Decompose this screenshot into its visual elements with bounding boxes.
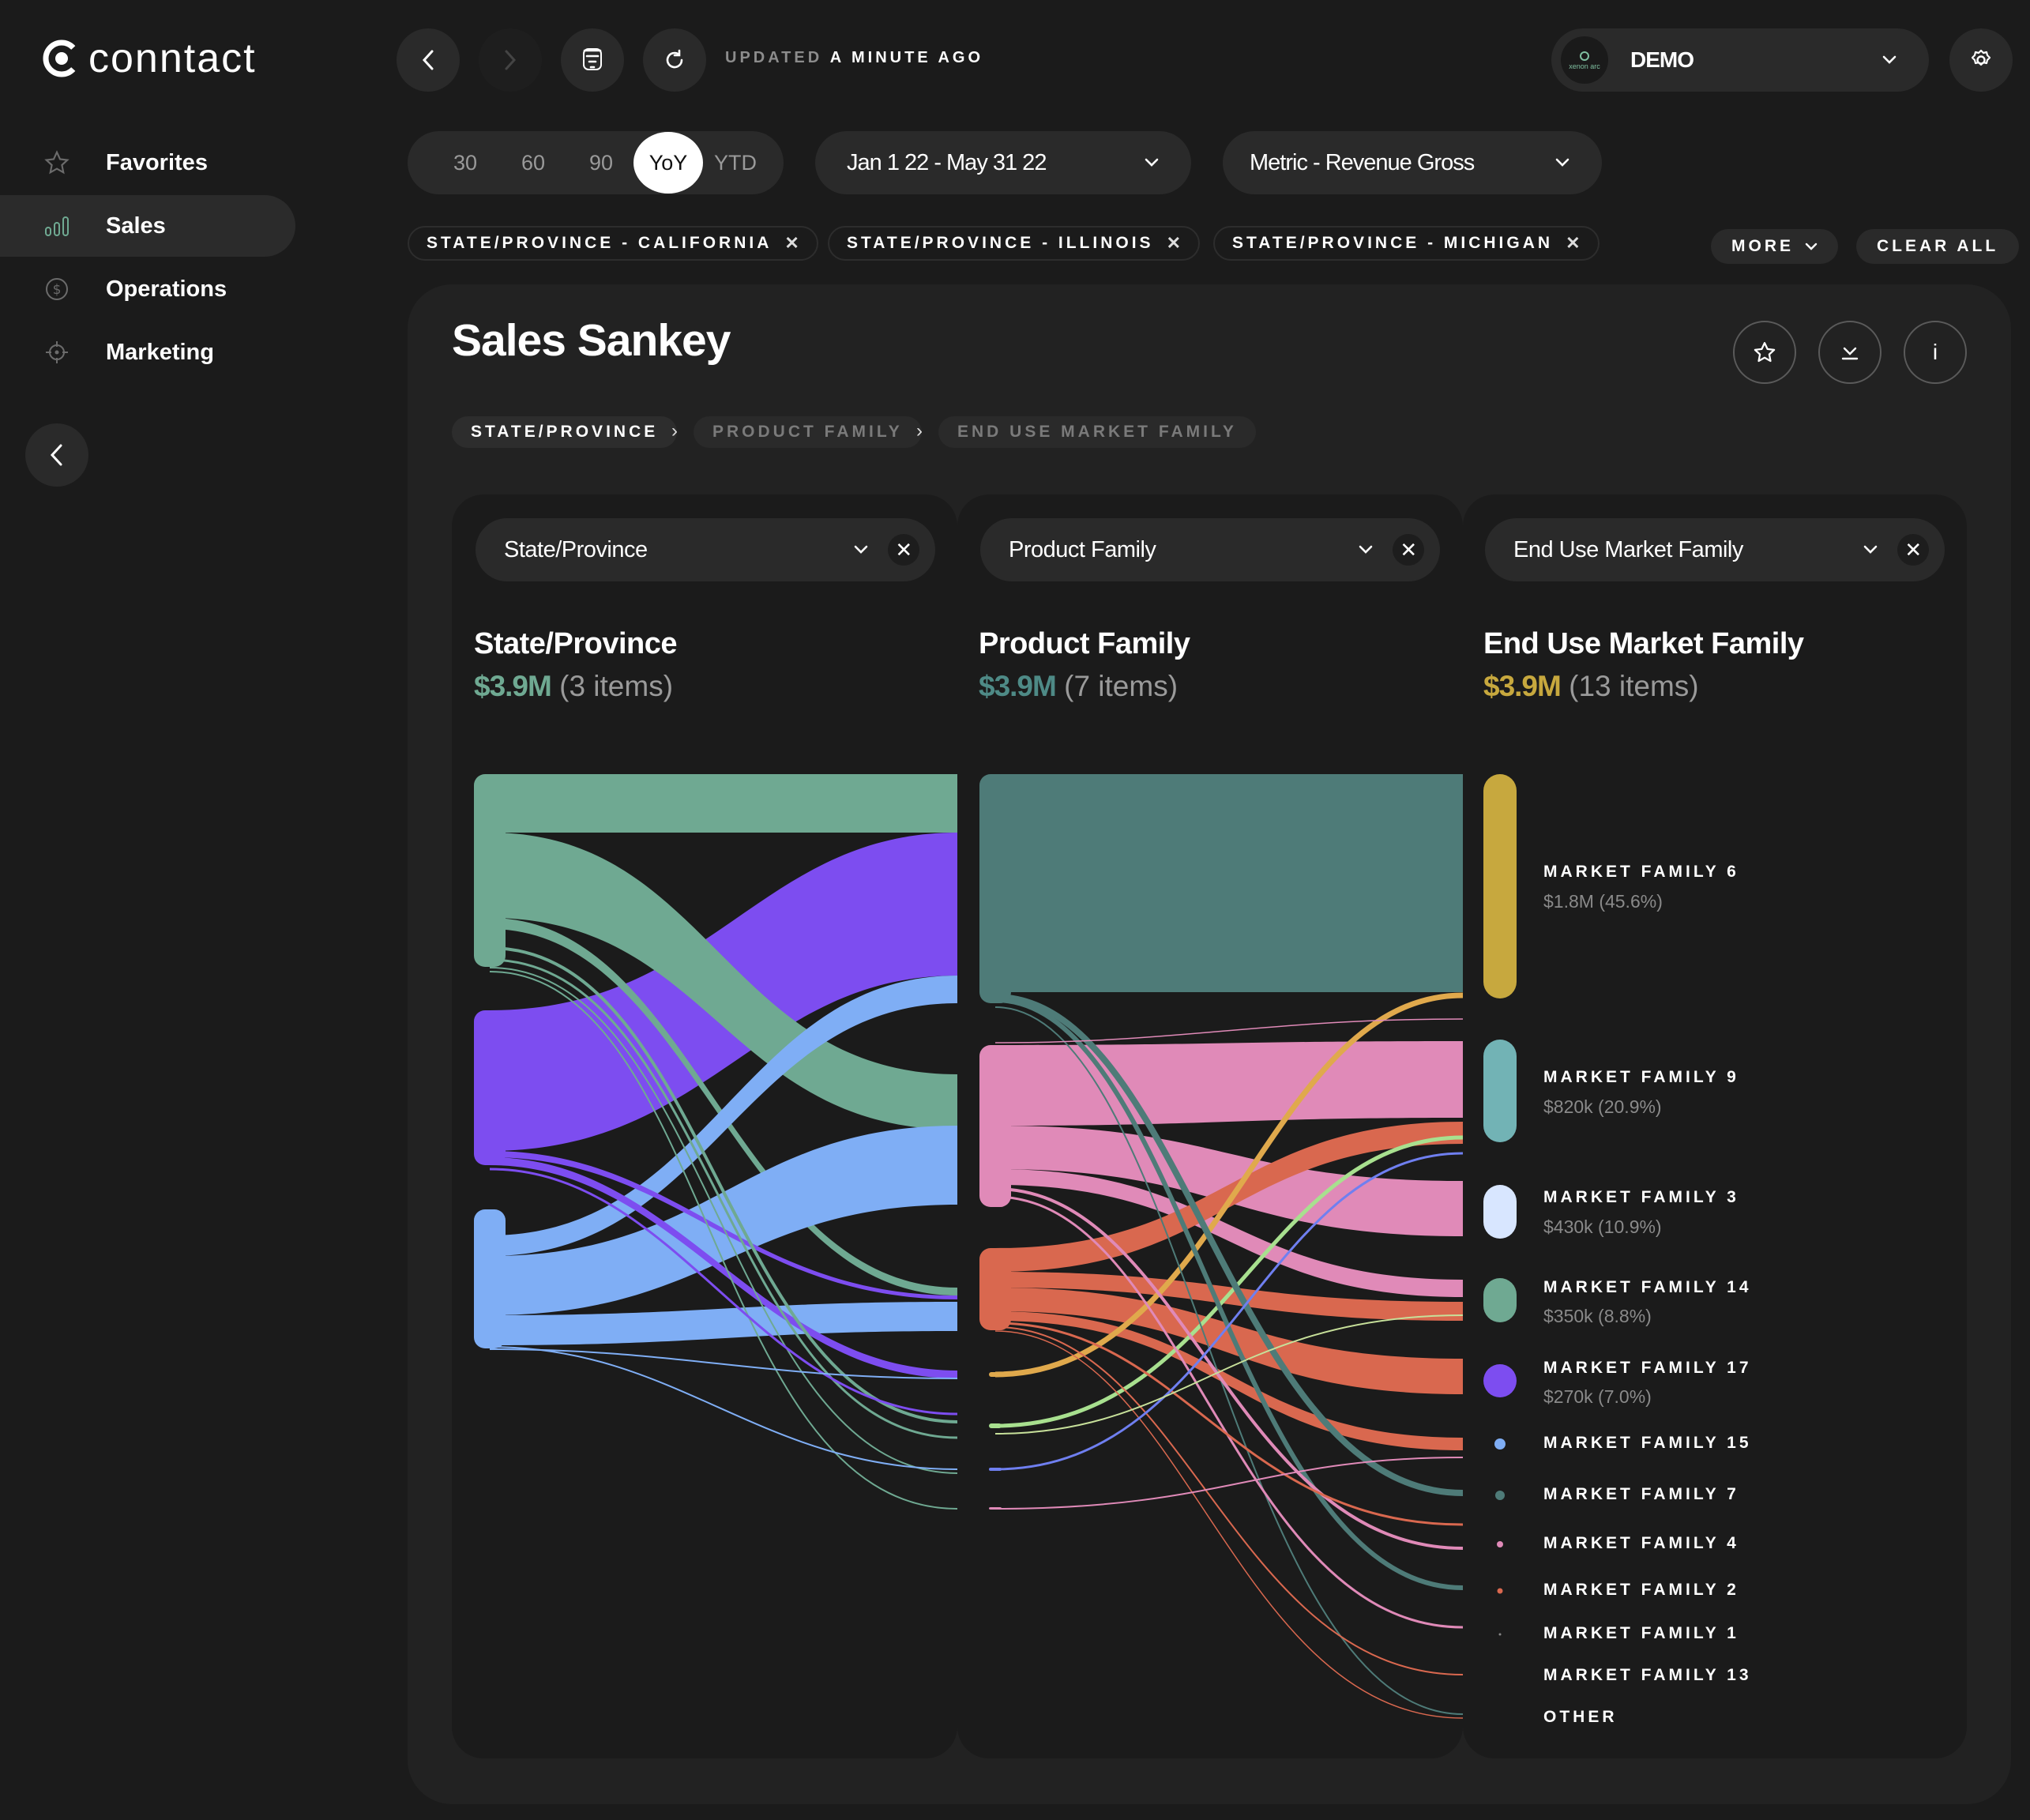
node-illinois[interactable] bbox=[474, 1010, 506, 1165]
legend-label: MARKET FAMILY 1 bbox=[1543, 1624, 1739, 1642]
node-california[interactable] bbox=[474, 774, 506, 967]
legend-dot-mf4[interactable] bbox=[1497, 1541, 1503, 1547]
legend-label: OTHER bbox=[1543, 1708, 1618, 1726]
legend-label: MARKET FAMILY 4 bbox=[1543, 1534, 1739, 1552]
node-product-6[interactable] bbox=[989, 1468, 1002, 1471]
legend-label: MARKET FAMILY 6 bbox=[1543, 863, 1739, 881]
flow bbox=[995, 1041, 1463, 1126]
flows-state-to-product bbox=[489, 774, 957, 1510]
nodes-market bbox=[1483, 774, 1517, 1636]
nodes-product bbox=[979, 774, 1011, 1510]
legend-label: MARKET FAMILY 7 bbox=[1543, 1485, 1739, 1503]
legend-dot-mf6[interactable] bbox=[1483, 774, 1517, 998]
legend-label: MARKET FAMILY 13 bbox=[1543, 1666, 1752, 1684]
legend-dot-mf3[interactable] bbox=[1483, 1185, 1517, 1239]
node-product-2[interactable] bbox=[979, 1045, 1011, 1207]
node-product-4[interactable] bbox=[989, 1372, 1002, 1377]
legend-dot-mf7[interactable] bbox=[1495, 1491, 1505, 1500]
legend-label: MARKET FAMILY 9 bbox=[1543, 1068, 1739, 1086]
legend-label: MARKET FAMILY 2 bbox=[1543, 1581, 1739, 1599]
node-michigan[interactable] bbox=[474, 1209, 506, 1348]
legend-dot-mf15[interactable] bbox=[1494, 1438, 1506, 1450]
flow bbox=[994, 1322, 1463, 1526]
legend-value: $820k (20.9%) bbox=[1543, 1096, 1662, 1117]
node-product-7[interactable] bbox=[989, 1507, 1002, 1510]
legend-value: $270k (7.0%) bbox=[1543, 1386, 1652, 1407]
node-product-1[interactable] bbox=[979, 774, 1011, 1003]
flows-product-to-market bbox=[994, 774, 1463, 1719]
legend-label: MARKET FAMILY 17 bbox=[1543, 1359, 1752, 1377]
legend-dot-mf9[interactable] bbox=[1483, 1040, 1517, 1142]
legend-value: $350k (8.8%) bbox=[1543, 1306, 1652, 1326]
legend-label: MARKET FAMILY 15 bbox=[1543, 1434, 1752, 1452]
legend-label: MARKET FAMILY 14 bbox=[1543, 1278, 1752, 1296]
flow bbox=[995, 774, 1463, 992]
legend-dot-mf1[interactable] bbox=[1498, 1633, 1502, 1636]
legend-dot-mf14[interactable] bbox=[1483, 1278, 1517, 1322]
legend-value: $430k (10.9%) bbox=[1543, 1216, 1662, 1237]
legend-label: MARKET FAMILY 3 bbox=[1543, 1188, 1739, 1206]
flow bbox=[994, 1457, 1463, 1510]
nodes-state bbox=[474, 774, 506, 1348]
legend-dot-mf17[interactable] bbox=[1483, 1364, 1517, 1397]
legend-dot-mf2[interactable] bbox=[1497, 1588, 1503, 1594]
node-product-5[interactable] bbox=[989, 1423, 1002, 1428]
legend-value: $1.8M (45.6%) bbox=[1543, 891, 1663, 912]
flow bbox=[490, 1126, 957, 1315]
flow bbox=[490, 774, 957, 833]
node-product-3[interactable] bbox=[979, 1248, 1011, 1330]
